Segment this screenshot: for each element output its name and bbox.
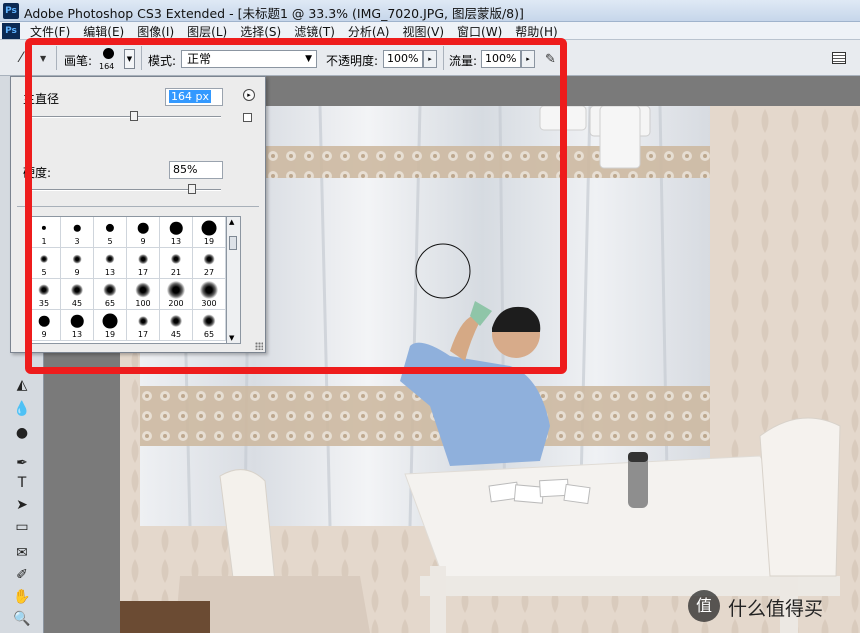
zoom-tool-icon[interactable]: 🔍 <box>13 610 31 628</box>
title-bar: Ps Adobe Photoshop CS3 Extended - [未标题1 … <box>0 0 860 22</box>
annotation-highlight-box <box>25 38 567 374</box>
blur-tool-icon[interactable]: 💧 <box>13 400 31 418</box>
hand-tool-icon[interactable]: ✋ <box>13 588 31 606</box>
brush-tool-icon: ⁄ <box>20 50 23 66</box>
dodge-tool-icon[interactable]: ● <box>13 424 31 442</box>
watermark-text: 什么值得买 <box>728 598 824 620</box>
pen-tool-icon[interactable]: ✒ <box>13 454 31 472</box>
notes-tool-icon[interactable]: ✉ <box>13 544 31 562</box>
palette-well-icon[interactable] <box>832 52 846 64</box>
photoshop-logo-icon: Ps <box>3 3 19 19</box>
eyedropper-icon[interactable]: ✐ <box>13 566 31 584</box>
watermark-badge-icon: 值 <box>688 590 720 622</box>
rectangle-tool-icon[interactable]: ▭ <box>13 518 31 536</box>
app-menu-icon[interactable]: Ps <box>2 23 20 39</box>
type-tool-icon[interactable]: T <box>13 474 31 492</box>
window-title: Adobe Photoshop CS3 Extended - [未标题1 @ 3… <box>24 6 524 21</box>
paint-bucket-icon[interactable]: ◭ <box>13 376 31 394</box>
watermark: 值 什么值得买 <box>688 590 848 624</box>
path-selection-icon[interactable]: ➤ <box>13 496 31 514</box>
